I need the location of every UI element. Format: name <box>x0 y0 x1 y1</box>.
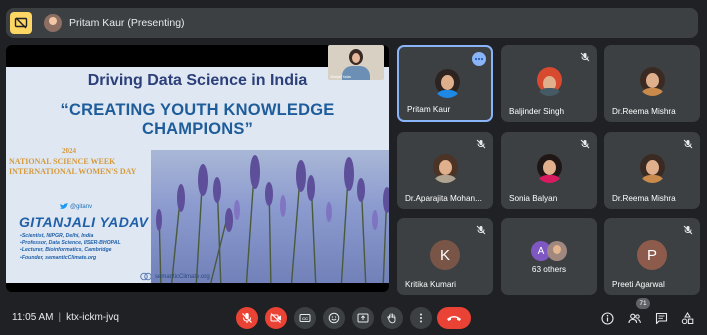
participant-photo <box>535 67 564 96</box>
mic-off-icon <box>580 139 590 149</box>
present-now-button[interactable] <box>352 307 374 329</box>
participant-photo <box>638 67 667 96</box>
activities-shapes-icon <box>681 311 693 324</box>
slide-subtitle: “CREATING YOUTH KNOWLEDGE CHAMPIONS” <box>60 101 335 138</box>
leave-call-button[interactable] <box>437 307 471 329</box>
emoji-icon <box>328 312 340 324</box>
others-count-label: 63 others <box>531 265 567 274</box>
mic-off-icon <box>476 139 486 149</box>
pip-caption: Gitanjali Yadav <box>330 75 352 79</box>
presenter-self-view: Gitanjali Yadav <box>328 45 384 80</box>
lavender-image <box>151 150 389 283</box>
participant-tile-pritam-kaur[interactable]: Pritam Kaur <box>397 45 493 122</box>
activities-button[interactable] <box>680 311 694 325</box>
chat-icon <box>655 312 667 324</box>
participant-initial-avatar: K <box>430 240 460 270</box>
participant-tile-sonia-balyan[interactable]: Sonia Balyan <box>501 132 597 209</box>
bullet-item: Founder, semanticClimate.org <box>20 255 121 262</box>
more-options-icon[interactable] <box>472 52 486 66</box>
people-count-badge: 71 <box>636 298 650 309</box>
participant-tile-baljinder-singh[interactable]: Baljinder Singh <box>501 45 597 122</box>
mic-off-icon <box>476 225 486 235</box>
camera-toggle-button[interactable] <box>265 307 287 329</box>
mic-off-icon <box>683 139 693 149</box>
twitter-handle-text: @gitanv <box>70 203 93 210</box>
speaker-bullets: Scientist, NIPGR, Delhi, India Professor… <box>20 233 121 262</box>
participant-name: Dr.Reema Mishra <box>612 107 676 116</box>
presenting-icon[interactable] <box>10 12 32 34</box>
mic-off-icon <box>242 313 252 323</box>
participant-photo <box>535 154 564 183</box>
participant-name: Kritika Kumari <box>405 280 456 289</box>
current-time: 11:05 AM <box>12 312 54 323</box>
participant-name: Baljinder Singh <box>509 107 565 116</box>
participant-photo <box>431 154 460 183</box>
meeting-details-button[interactable] <box>600 311 614 325</box>
twitter-handle: @gitanv <box>60 203 92 210</box>
participant-tile-reema-mishra-2[interactable]: Dr.Reema Mishra <box>604 132 700 209</box>
slide-brand: semanticClimate.org <box>140 272 210 281</box>
svg-text:CC: CC <box>302 316 308 321</box>
mic-toggle-button[interactable] <box>236 307 258 329</box>
participant-tile-others[interactable]: A 63 others <box>501 218 597 295</box>
slide-event-line2: INTERNATIONAL WOMEN'S DAY <box>9 167 137 176</box>
info-icon <box>600 311 614 325</box>
participant-name: Sonia Balyan <box>509 194 558 203</box>
semanticclimate-logo-icon <box>140 272 152 281</box>
reactions-button[interactable] <box>323 307 345 329</box>
participant-name: Preeti Agarwal <box>612 280 665 289</box>
slide-event-line1: NATIONAL SCIENCE WEEK <box>9 157 116 166</box>
chat-button[interactable] <box>654 311 668 325</box>
twitter-icon <box>60 203 68 209</box>
control-bar: 11:05 AM | ktx-ickm-jvq CC 71 <box>0 297 707 335</box>
participant-photo <box>433 69 462 98</box>
slide-brand-text: semanticClimate.org <box>155 273 210 280</box>
meeting-code[interactable]: ktx-ickm-jvq <box>66 312 119 323</box>
people-icon <box>627 313 641 323</box>
meeting-info: 11:05 AM | ktx-ickm-jvq <box>12 312 119 323</box>
participant-name: Dr.Reema Mishra <box>612 194 676 203</box>
raise-hand-button[interactable] <box>381 307 403 329</box>
slide-year: 2024 <box>62 147 76 155</box>
bullet-item: Lecturer, Bioinformatics, Cambridge <box>20 247 121 254</box>
participant-name: Dr.Aparajita Mohan... <box>405 194 482 203</box>
more-vert-icon <box>420 313 422 323</box>
participant-tile-preeti-agarwal[interactable]: P Preeti Agarwal <box>604 218 700 295</box>
participant-tile-kritika-kumari[interactable]: K Kritika Kumari <box>397 218 493 295</box>
participant-tile-aparajita-mohan[interactable]: Dr.Aparajita Mohan... <box>397 132 493 209</box>
presenter-label: Pritam Kaur (Presenting) <box>69 17 185 29</box>
present-screen-icon <box>357 313 369 323</box>
camera-off-icon <box>270 313 281 323</box>
slide-content: Driving Data Science in India “CREATING … <box>6 67 389 283</box>
end-call-icon <box>447 316 461 321</box>
people-button[interactable] <box>627 311 641 325</box>
participant-photo <box>638 154 667 183</box>
mic-off-icon <box>683 225 693 235</box>
hand-icon <box>387 313 396 324</box>
presentation-tile[interactable]: Driving Data Science in India “CREATING … <box>6 45 389 292</box>
participant-initial-avatar: P <box>637 240 667 270</box>
presenting-bar: Pritam Kaur (Presenting) <box>6 8 698 38</box>
bullet-item: Scientist, NIPGR, Delhi, India <box>20 233 121 240</box>
participant-name: Pritam Kaur <box>407 105 451 114</box>
participant-tile-reema-mishra[interactable]: Dr.Reema Mishra <box>604 45 700 122</box>
more-options-button[interactable] <box>410 307 432 329</box>
captions-button[interactable]: CC <box>294 307 316 329</box>
mic-off-icon <box>580 52 590 62</box>
presenter-avatar <box>44 14 62 32</box>
speaker-name: GITANJALI YADAV <box>19 214 149 230</box>
bullet-item: Professor, Data Science, IISER-BHOPAL <box>20 240 121 247</box>
captions-icon: CC <box>299 314 311 322</box>
others-photo-avatar <box>547 241 567 261</box>
